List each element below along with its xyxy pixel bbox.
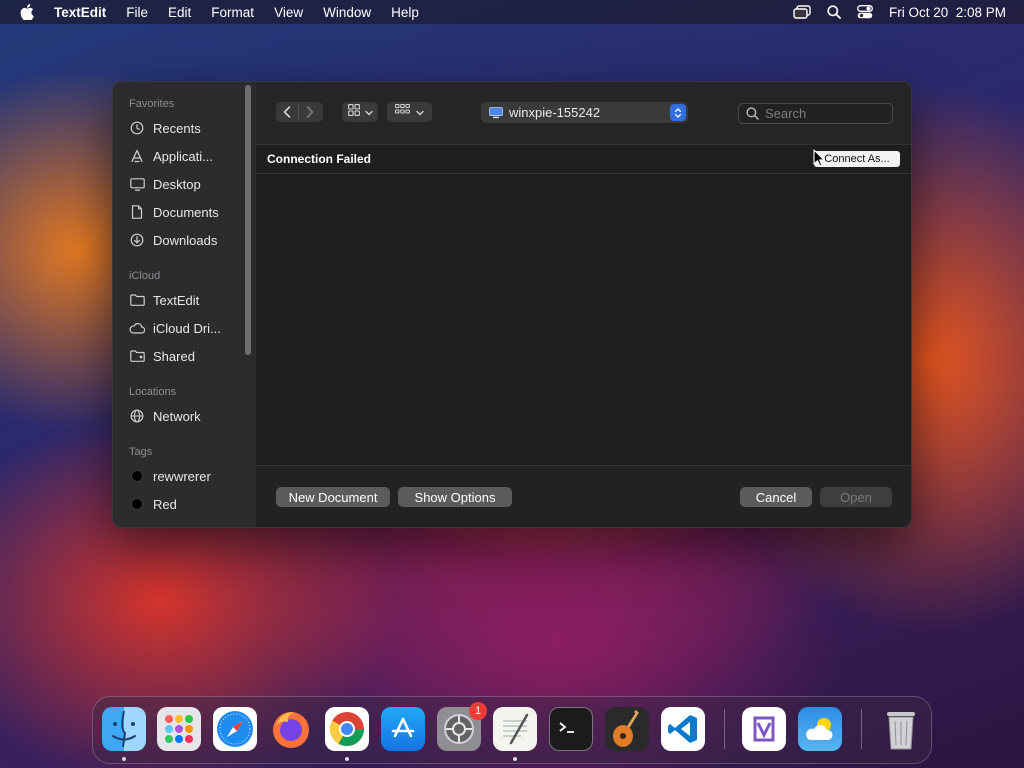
connection-failed-title: Connection Failed — [267, 152, 372, 166]
sidebar-item-label: iCloud Dri... — [153, 320, 221, 336]
menu-edit[interactable]: Edit — [168, 5, 191, 20]
cloud-icon — [129, 320, 145, 336]
sidebar-item-label: Red — [153, 496, 177, 512]
sidebar-item-label: Recents — [153, 120, 201, 136]
dock-chrome-icon[interactable] — [325, 707, 369, 751]
dock: 1 — [92, 696, 932, 764]
search-icon — [746, 107, 759, 120]
document-icon — [129, 204, 145, 220]
sidebar-item-documents[interactable]: Documents — [129, 201, 219, 223]
folder-icon — [129, 292, 145, 308]
dock-garageband-icon[interactable] — [605, 707, 649, 751]
grid-group-icon — [395, 103, 410, 121]
window-overlap-icon[interactable] — [793, 5, 811, 19]
dock-vscode-icon[interactable] — [661, 707, 705, 751]
sidebar-scrollbar[interactable] — [245, 85, 251, 355]
sidebar-item-label: Downloads — [153, 232, 218, 248]
shared-folder-icon — [129, 348, 145, 364]
download-icon — [129, 232, 145, 248]
dialog-toolbar: winxpie-155242 Search — [256, 82, 911, 144]
sidebar-item-label: Documents — [153, 204, 219, 220]
sidebar-item-label: Network — [153, 408, 201, 424]
globe-icon — [129, 408, 145, 424]
spotlight-search-icon[interactable] — [827, 5, 841, 19]
forward-button[interactable] — [299, 102, 321, 122]
sidebar-item-recents[interactable]: Recents — [129, 117, 201, 139]
dialog-footer: New Document Show Options Cancel Open — [256, 465, 911, 527]
view-mode-button[interactable] — [342, 102, 378, 122]
open-file-dialog: Favorites Recents Applicati... Desktop D… — [112, 81, 912, 528]
tag-dot-icon — [129, 496, 145, 512]
menu-format[interactable]: Format — [211, 5, 254, 20]
dock-launchpad-icon[interactable] — [157, 707, 201, 751]
menu-app-name[interactable]: TextEdit — [54, 5, 106, 20]
navigation-buttons — [276, 102, 323, 122]
sidebar-item-textedit[interactable]: TextEdit — [129, 289, 199, 311]
sidebar-item-label: Applicati... — [153, 148, 213, 164]
dock-trash-icon[interactable] — [879, 707, 923, 751]
dock-separator — [861, 709, 862, 749]
chevron-down-icon — [364, 103, 373, 121]
sidebar-item-label: Shared — [153, 348, 195, 364]
menu-help[interactable]: Help — [391, 5, 419, 20]
menu-window[interactable]: Window — [323, 5, 371, 20]
mouse-cursor-icon — [813, 149, 825, 172]
icon-view-icon — [347, 103, 360, 121]
sidebar-item-applications[interactable]: Applicati... — [129, 145, 213, 167]
connect-as-button[interactable]: Connect As... — [814, 151, 900, 167]
dock-firefox-icon[interactable] — [269, 707, 313, 751]
dock-terminal-icon[interactable] — [549, 707, 593, 751]
file-list-area[interactable] — [256, 173, 911, 466]
running-indicator — [513, 757, 517, 761]
control-center-icon[interactable] — [857, 5, 873, 19]
dock-app-store-icon[interactable] — [381, 707, 425, 751]
sidebar: Favorites Recents Applicati... Desktop D… — [113, 82, 257, 527]
back-button[interactable] — [276, 102, 298, 122]
dock-safari-icon[interactable] — [213, 707, 257, 751]
location-label: winxpie-155242 — [509, 105, 601, 120]
show-options-button[interactable]: Show Options — [398, 487, 512, 507]
new-document-button[interactable]: New Document — [276, 487, 390, 507]
dock-separator — [724, 709, 725, 749]
tag-dot-icon — [129, 468, 145, 484]
menu-bar: TextEdit File Edit Format View Window He… — [0, 0, 1024, 24]
sidebar-item-icloud-drive[interactable]: iCloud Dri... — [129, 317, 221, 339]
menu-file[interactable]: File — [126, 5, 148, 20]
sidebar-tag-red[interactable]: Red — [129, 493, 177, 515]
updown-chevron-icon — [670, 104, 686, 121]
computer-icon — [489, 106, 503, 119]
sidebar-section-icloud: iCloud — [129, 270, 161, 282]
chevron-down-icon — [416, 103, 424, 121]
applications-icon — [129, 148, 145, 164]
sidebar-section-locations: Locations — [129, 386, 177, 398]
search-field[interactable]: Search — [738, 103, 893, 124]
sidebar-item-label: TextEdit — [153, 292, 200, 308]
sidebar-item-label: Desktop — [153, 176, 201, 192]
menu-view[interactable]: View — [274, 5, 303, 20]
location-popup[interactable]: winxpie-155242 — [481, 102, 688, 123]
dock-finder-icon[interactable] — [102, 707, 146, 751]
sidebar-section-favorites: Favorites — [129, 98, 175, 110]
dock-visual-studio-icon[interactable] — [742, 707, 786, 751]
sidebar-item-label: rewwrerer — [153, 468, 211, 484]
sidebar-item-network[interactable]: Network — [129, 405, 201, 427]
open-button[interactable]: Open — [820, 487, 892, 507]
sidebar-tag-rewwrerer[interactable]: rewwrerer — [129, 465, 211, 487]
cancel-button[interactable]: Cancel — [740, 487, 812, 507]
sidebar-item-desktop[interactable]: Desktop — [129, 173, 201, 195]
search-placeholder: Search — [765, 106, 807, 121]
desktop-icon — [129, 176, 145, 192]
sidebar-item-downloads[interactable]: Downloads — [129, 229, 217, 251]
group-by-button[interactable] — [387, 102, 432, 122]
apple-logo-icon[interactable] — [18, 3, 36, 21]
notification-badge: 1 — [469, 702, 487, 720]
sidebar-section-tags: Tags — [129, 446, 153, 458]
clock-icon — [129, 120, 145, 136]
dock-textedit-icon[interactable] — [493, 707, 537, 751]
sidebar-item-shared[interactable]: Shared — [129, 345, 195, 367]
running-indicator — [345, 757, 349, 761]
running-indicator — [122, 757, 126, 761]
menu-clock[interactable]: Fri Oct 20 2:08 PM — [889, 5, 1006, 20]
dock-weather-icon[interactable] — [798, 707, 842, 751]
